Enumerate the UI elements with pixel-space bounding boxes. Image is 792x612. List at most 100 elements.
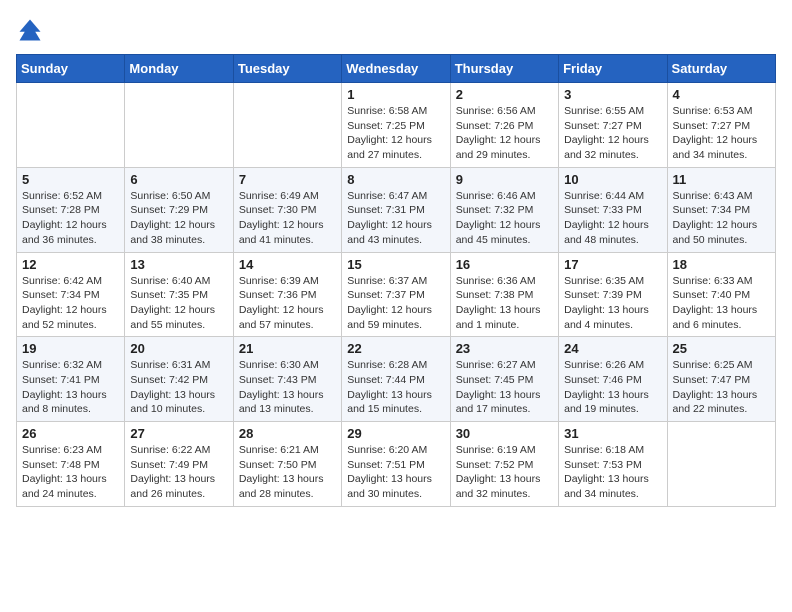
day-cell: 5 Sunrise: 6:52 AM Sunset: 7:28 PM Daylig… <box>17 167 125 252</box>
day-info: Sunrise: 6:56 AM Sunset: 7:26 PM Dayligh… <box>456 104 553 163</box>
day-info: Sunrise: 6:47 AM Sunset: 7:31 PM Dayligh… <box>347 189 444 248</box>
day-number: 28 <box>239 426 336 441</box>
day-number: 29 <box>347 426 444 441</box>
day-info: Sunrise: 6:42 AM Sunset: 7:34 PM Dayligh… <box>22 274 119 333</box>
day-info: Sunrise: 6:28 AM Sunset: 7:44 PM Dayligh… <box>347 358 444 417</box>
week-row-0: 1Sunrise: 6:58 AM Sunset: 7:25 PM Daylig… <box>17 83 776 168</box>
day-number: 13 <box>130 257 227 272</box>
day-cell: 8Sunrise: 6:47 AM Sunset: 7:31 PM Daylig… <box>342 167 450 252</box>
day-cell: 30 Sunrise: 6:19 AM Sunset: 7:52 PM Dayli… <box>450 422 558 507</box>
day-info: Sunrise: 6:18 AM Sunset: 7:53 PM Dayligh… <box>564 443 661 502</box>
day-number: 4 <box>673 87 770 102</box>
day-cell: 16Sunrise: 6:36 AM Sunset: 7:38 PM Dayli… <box>450 252 558 337</box>
header-row: SundayMondayTuesdayWednesdayThursdayFrid… <box>17 55 776 83</box>
day-cell: 13 Sunrise: 6:40 AM Sunset: 7:35 PM Dayli… <box>125 252 233 337</box>
day-number: 12 <box>22 257 119 272</box>
header-cell-tuesday: Tuesday <box>233 55 341 83</box>
day-cell: 20Sunrise: 6:31 AM Sunset: 7:42 PM Dayli… <box>125 337 233 422</box>
day-cell: 11 Sunrise: 6:43 AM Sunset: 7:34 PM Dayli… <box>667 167 775 252</box>
day-info: Sunrise: 6:37 AM Sunset: 7:37 PM Dayligh… <box>347 274 444 333</box>
day-number: 2 <box>456 87 553 102</box>
day-cell: 15 Sunrise: 6:37 AM Sunset: 7:37 PM Dayli… <box>342 252 450 337</box>
day-cell: 18 Sunrise: 6:33 AM Sunset: 7:40 PM Dayli… <box>667 252 775 337</box>
day-number: 14 <box>239 257 336 272</box>
day-cell: 9Sunrise: 6:46 AM Sunset: 7:32 PM Daylig… <box>450 167 558 252</box>
header-cell-monday: Monday <box>125 55 233 83</box>
day-number: 6 <box>130 172 227 187</box>
day-info: Sunrise: 6:35 AM Sunset: 7:39 PM Dayligh… <box>564 274 661 333</box>
day-cell: 2 Sunrise: 6:56 AM Sunset: 7:26 PM Daylig… <box>450 83 558 168</box>
day-cell: 4 Sunrise: 6:53 AM Sunset: 7:27 PM Daylig… <box>667 83 775 168</box>
calendar-header: SundayMondayTuesdayWednesdayThursdayFrid… <box>17 55 776 83</box>
day-number: 24 <box>564 341 661 356</box>
day-cell: 24 Sunrise: 6:26 AM Sunset: 7:46 PM Dayli… <box>559 337 667 422</box>
logo-icon <box>16 16 44 44</box>
week-row-1: 5 Sunrise: 6:52 AM Sunset: 7:28 PM Daylig… <box>17 167 776 252</box>
day-info: Sunrise: 6:39 AM Sunset: 7:36 PM Dayligh… <box>239 274 336 333</box>
day-number: 15 <box>347 257 444 272</box>
day-cell: 23 Sunrise: 6:27 AM Sunset: 7:45 PM Dayli… <box>450 337 558 422</box>
day-info: Sunrise: 6:43 AM Sunset: 7:34 PM Dayligh… <box>673 189 770 248</box>
day-info: Sunrise: 6:19 AM Sunset: 7:52 PM Dayligh… <box>456 443 553 502</box>
day-number: 3 <box>564 87 661 102</box>
day-number: 5 <box>22 172 119 187</box>
day-cell <box>667 422 775 507</box>
day-cell: 12 Sunrise: 6:42 AM Sunset: 7:34 PM Dayli… <box>17 252 125 337</box>
day-number: 18 <box>673 257 770 272</box>
header-cell-wednesday: Wednesday <box>342 55 450 83</box>
day-cell: 22 Sunrise: 6:28 AM Sunset: 7:44 PM Dayli… <box>342 337 450 422</box>
day-number: 17 <box>564 257 661 272</box>
day-info: Sunrise: 6:21 AM Sunset: 7:50 PM Dayligh… <box>239 443 336 502</box>
day-number: 11 <box>673 172 770 187</box>
week-row-2: 12 Sunrise: 6:42 AM Sunset: 7:34 PM Dayli… <box>17 252 776 337</box>
day-number: 7 <box>239 172 336 187</box>
day-number: 22 <box>347 341 444 356</box>
header-cell-friday: Friday <box>559 55 667 83</box>
day-cell: 28 Sunrise: 6:21 AM Sunset: 7:50 PM Dayli… <box>233 422 341 507</box>
day-cell: 10Sunrise: 6:44 AM Sunset: 7:33 PM Dayli… <box>559 167 667 252</box>
day-info: Sunrise: 6:22 AM Sunset: 7:49 PM Dayligh… <box>130 443 227 502</box>
day-cell: 29 Sunrise: 6:20 AM Sunset: 7:51 PM Dayli… <box>342 422 450 507</box>
header-cell-saturday: Saturday <box>667 55 775 83</box>
day-info: Sunrise: 6:30 AM Sunset: 7:43 PM Dayligh… <box>239 358 336 417</box>
day-cell: 3 Sunrise: 6:55 AM Sunset: 7:27 PM Daylig… <box>559 83 667 168</box>
day-info: Sunrise: 6:32 AM Sunset: 7:41 PM Dayligh… <box>22 358 119 417</box>
day-number: 23 <box>456 341 553 356</box>
day-cell: 31Sunrise: 6:18 AM Sunset: 7:53 PM Dayli… <box>559 422 667 507</box>
day-cell <box>17 83 125 168</box>
day-info: Sunrise: 6:52 AM Sunset: 7:28 PM Dayligh… <box>22 189 119 248</box>
day-cell <box>125 83 233 168</box>
week-row-3: 19 Sunrise: 6:32 AM Sunset: 7:41 PM Dayli… <box>17 337 776 422</box>
day-info: Sunrise: 6:50 AM Sunset: 7:29 PM Dayligh… <box>130 189 227 248</box>
day-info: Sunrise: 6:26 AM Sunset: 7:46 PM Dayligh… <box>564 358 661 417</box>
day-info: Sunrise: 6:27 AM Sunset: 7:45 PM Dayligh… <box>456 358 553 417</box>
day-number: 20 <box>130 341 227 356</box>
day-cell: 1Sunrise: 6:58 AM Sunset: 7:25 PM Daylig… <box>342 83 450 168</box>
calendar-table: SundayMondayTuesdayWednesdayThursdayFrid… <box>16 54 776 507</box>
calendar-body: 1Sunrise: 6:58 AM Sunset: 7:25 PM Daylig… <box>17 83 776 507</box>
day-number: 26 <box>22 426 119 441</box>
day-info: Sunrise: 6:25 AM Sunset: 7:47 PM Dayligh… <box>673 358 770 417</box>
day-number: 21 <box>239 341 336 356</box>
day-cell: 6 Sunrise: 6:50 AM Sunset: 7:29 PM Daylig… <box>125 167 233 252</box>
day-info: Sunrise: 6:33 AM Sunset: 7:40 PM Dayligh… <box>673 274 770 333</box>
day-info: Sunrise: 6:23 AM Sunset: 7:48 PM Dayligh… <box>22 443 119 502</box>
day-cell: 21 Sunrise: 6:30 AM Sunset: 7:43 PM Dayli… <box>233 337 341 422</box>
day-cell: 14 Sunrise: 6:39 AM Sunset: 7:36 PM Dayli… <box>233 252 341 337</box>
day-info: Sunrise: 6:55 AM Sunset: 7:27 PM Dayligh… <box>564 104 661 163</box>
day-cell <box>233 83 341 168</box>
day-info: Sunrise: 6:53 AM Sunset: 7:27 PM Dayligh… <box>673 104 770 163</box>
header-cell-thursday: Thursday <box>450 55 558 83</box>
day-number: 19 <box>22 341 119 356</box>
day-number: 27 <box>130 426 227 441</box>
day-info: Sunrise: 6:40 AM Sunset: 7:35 PM Dayligh… <box>130 274 227 333</box>
week-row-4: 26 Sunrise: 6:23 AM Sunset: 7:48 PM Dayli… <box>17 422 776 507</box>
day-info: Sunrise: 6:58 AM Sunset: 7:25 PM Dayligh… <box>347 104 444 163</box>
day-info: Sunrise: 6:20 AM Sunset: 7:51 PM Dayligh… <box>347 443 444 502</box>
day-number: 30 <box>456 426 553 441</box>
header-cell-sunday: Sunday <box>17 55 125 83</box>
day-info: Sunrise: 6:44 AM Sunset: 7:33 PM Dayligh… <box>564 189 661 248</box>
day-cell: 27 Sunrise: 6:22 AM Sunset: 7:49 PM Dayli… <box>125 422 233 507</box>
day-number: 25 <box>673 341 770 356</box>
day-cell: 17 Sunrise: 6:35 AM Sunset: 7:39 PM Dayli… <box>559 252 667 337</box>
